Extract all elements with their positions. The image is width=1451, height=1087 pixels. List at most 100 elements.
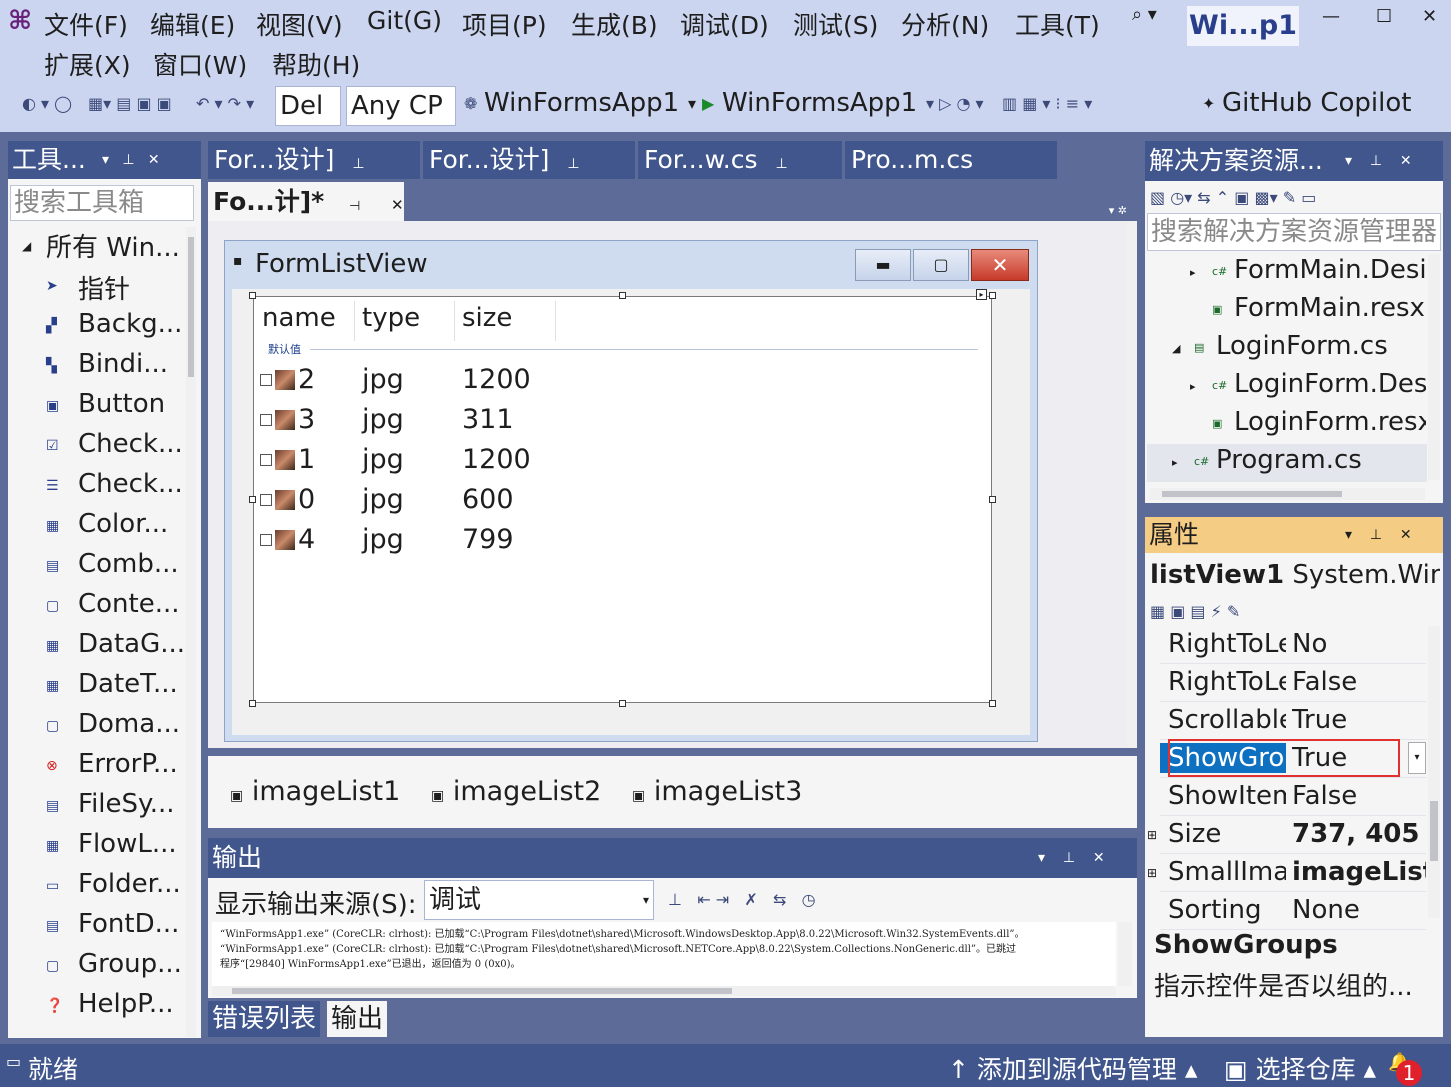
listview-cell-type[interactable]: jpg bbox=[362, 484, 404, 515]
smart-tag-icon[interactable]: ▸ bbox=[976, 289, 987, 300]
close-icon[interactable]: ✕ bbox=[391, 196, 404, 214]
pin-icon[interactable]: ▾ ⊥ ✕ bbox=[102, 141, 160, 179]
property-value[interactable]: 737, 405 bbox=[1292, 819, 1426, 849]
listview-cell-name[interactable]: 4 bbox=[298, 524, 315, 555]
collapse-icon[interactable]: ◢ bbox=[22, 239, 31, 253]
toolbox-item[interactable]: ▦ DateT... bbox=[8, 666, 188, 706]
resize-handle[interactable] bbox=[249, 700, 256, 707]
toolbox-item[interactable]: ❓ HelpP... bbox=[8, 986, 188, 1026]
menu-build[interactable]: 生成(B) bbox=[571, 6, 658, 42]
menu-analyze[interactable]: 分析(N) bbox=[901, 6, 989, 42]
pin-icon[interactable]: ⊥ bbox=[567, 156, 579, 172]
expand-icon[interactable]: ▸ bbox=[1172, 456, 1178, 469]
toolbox-search-input[interactable]: 搜索工具箱 bbox=[10, 185, 194, 221]
resize-handle[interactable] bbox=[249, 292, 256, 299]
output-toolbar-icons[interactable]: ⊥ ⇤ ⇥ ✗ ⇆ ◷ bbox=[668, 890, 816, 909]
configuration-select[interactable]: Del bbox=[275, 86, 341, 126]
toolbox-item[interactable]: ▤ FontD... bbox=[8, 906, 188, 946]
solution-toolbar-icons[interactable]: ▧ ◷▾ ⇆ ⌃ ▣ ▩▾ ✎ ▭ bbox=[1150, 188, 1316, 207]
resize-handle[interactable] bbox=[619, 292, 626, 299]
row-checkbox[interactable] bbox=[260, 414, 272, 426]
toolbox-item[interactable]: ☰ Check... bbox=[8, 466, 188, 506]
tab-form-cs[interactable]: For...w.cs ⊥ bbox=[638, 141, 842, 179]
listview-cell-size[interactable]: 600 bbox=[462, 484, 514, 515]
toolbox-item[interactable]: ▦ FlowL... bbox=[8, 826, 188, 866]
listview-cell-size[interactable]: 1200 bbox=[462, 444, 531, 475]
tab-error-list[interactable]: 错误列表 bbox=[208, 1001, 321, 1037]
pin-icon[interactable]: ⊣ bbox=[349, 199, 360, 214]
toolbox-item[interactable]: ▤ Comb... bbox=[8, 546, 188, 586]
menu-debug[interactable]: 调试(D) bbox=[680, 6, 769, 42]
resize-handle[interactable] bbox=[989, 700, 996, 707]
listview-cell-name[interactable]: 2 bbox=[298, 364, 315, 395]
github-copilot-button[interactable]: GitHub Copilot bbox=[1222, 88, 1411, 118]
expand-icon[interactable]: ◢ bbox=[1172, 342, 1180, 355]
solution-item[interactable]: LoginForm.cs bbox=[1216, 331, 1426, 361]
expand-icon[interactable]: ▸ bbox=[1190, 266, 1196, 279]
visual-studio-logo[interactable]: ⌘ bbox=[8, 6, 36, 36]
listview-cell-type[interactable]: jpg bbox=[362, 364, 404, 395]
column-header-size[interactable]: size bbox=[462, 303, 512, 333]
property-value[interactable]: True bbox=[1292, 705, 1426, 735]
toolbox-item[interactable]: ▞ Backg... bbox=[8, 306, 188, 346]
value-dropdown-button[interactable]: ▾ bbox=[1408, 742, 1426, 774]
toolbar-misc-icon[interactable]: ▥ ▦ ▾ ⁝ ≡ ▾ bbox=[1002, 94, 1092, 113]
menu-edit[interactable]: 编辑(E) bbox=[150, 6, 235, 42]
property-row[interactable]: RightToLeftLayoutFalse bbox=[1160, 664, 1426, 702]
expand-icon[interactable]: ▸ bbox=[1190, 380, 1196, 393]
menu-file[interactable]: 文件(F) bbox=[44, 6, 128, 42]
run-target-button[interactable]: WinFormsApp1 bbox=[722, 88, 917, 118]
properties-vscrollbar[interactable] bbox=[1428, 626, 1440, 918]
solution-item[interactable]: LoginForm.Des bbox=[1234, 369, 1426, 399]
solution-vscrollbar[interactable] bbox=[1428, 254, 1440, 480]
undo-icon[interactable]: ↶ ▾ ↷ ▾ bbox=[196, 94, 254, 113]
listview-cell-type[interactable]: jpg bbox=[362, 444, 404, 475]
back-icon[interactable]: ◐ ▾ ◯ bbox=[22, 94, 72, 113]
dropdown-icon[interactable]: ▾ bbox=[688, 94, 696, 113]
menu-extensions[interactable]: 扩展(X) bbox=[44, 46, 131, 82]
pin-icon[interactable]: ⊥ bbox=[775, 156, 787, 172]
listview-cell-size[interactable]: 1200 bbox=[462, 364, 531, 395]
toolbox-item[interactable]: ☑ Check... bbox=[8, 426, 188, 466]
row-checkbox[interactable] bbox=[260, 374, 272, 386]
add-to-source-control-button[interactable]: ↑ 添加到源代码管理 ▴ bbox=[948, 1050, 1197, 1086]
column-header-type[interactable]: type bbox=[362, 303, 420, 333]
toolbox-item[interactable]: ➤ 指针 bbox=[8, 266, 188, 306]
toolbox-item[interactable]: ⊗ ErrorP... bbox=[8, 746, 188, 786]
toolbox-item[interactable]: ▚ Bindi... bbox=[8, 346, 188, 386]
listview-cell-size[interactable]: 311 bbox=[462, 404, 514, 435]
listview-cell-name[interactable]: 3 bbox=[298, 404, 315, 435]
property-value[interactable]: None bbox=[1292, 895, 1426, 925]
row-checkbox[interactable] bbox=[260, 494, 272, 506]
listview-cell-size[interactable]: 799 bbox=[462, 524, 514, 555]
listview-cell-name[interactable]: 1 bbox=[298, 444, 315, 475]
listview-cell-type[interactable]: jpg bbox=[362, 524, 404, 555]
toolbox-item[interactable]: ▦ DataG... bbox=[8, 626, 188, 666]
properties-toolbar-icons[interactable]: ▦ ▣ ▤ ⚡ ✎ bbox=[1150, 602, 1240, 621]
pin-icon[interactable]: ▾ ⊥ ✕ bbox=[1038, 838, 1105, 878]
toolbox-item[interactable]: ▣ Button bbox=[8, 386, 188, 426]
properties-object-select[interactable]: listView1 System.Win bbox=[1150, 560, 1440, 594]
form-maximize-button[interactable]: ▢ bbox=[913, 249, 969, 281]
solution-search-input[interactable]: 搜索解决方案资源管理器 bbox=[1147, 213, 1441, 251]
toolbox-item[interactable]: ▤ FileSy... bbox=[8, 786, 188, 826]
tab-active-designer[interactable]: Fo...计]* ⊣ ✕ bbox=[208, 182, 404, 221]
tray-imagelist2[interactable]: ▣ imageList2 bbox=[431, 776, 601, 807]
resize-handle[interactable] bbox=[619, 700, 626, 707]
tab-overflow-icon[interactable]: ▾ ✲ bbox=[1109, 204, 1127, 217]
output-vscrollbar[interactable] bbox=[1118, 922, 1132, 986]
property-row[interactable]: RightToLeftNo bbox=[1160, 626, 1426, 664]
resize-handle[interactable] bbox=[249, 496, 256, 503]
form-minimize-button[interactable]: ▬ bbox=[855, 249, 911, 281]
expand-icon[interactable]: ⊞ bbox=[1147, 866, 1157, 880]
start-without-debug-icon[interactable]: ▾ ▷ ◔ ▾ bbox=[926, 94, 984, 113]
column-header-name[interactable]: name bbox=[262, 303, 336, 333]
solution-hscrollbar[interactable] bbox=[1150, 488, 1425, 500]
property-value[interactable]: No bbox=[1292, 629, 1426, 659]
output-hscrollbar[interactable] bbox=[212, 986, 1116, 996]
menu-help[interactable]: 帮助(H) bbox=[272, 46, 360, 82]
property-value[interactable]: imageList2 bbox=[1292, 857, 1426, 887]
search-icon[interactable]: ⌕ ▾ bbox=[1132, 4, 1157, 25]
resize-handle[interactable] bbox=[989, 496, 996, 503]
property-value[interactable]: False bbox=[1292, 667, 1426, 697]
